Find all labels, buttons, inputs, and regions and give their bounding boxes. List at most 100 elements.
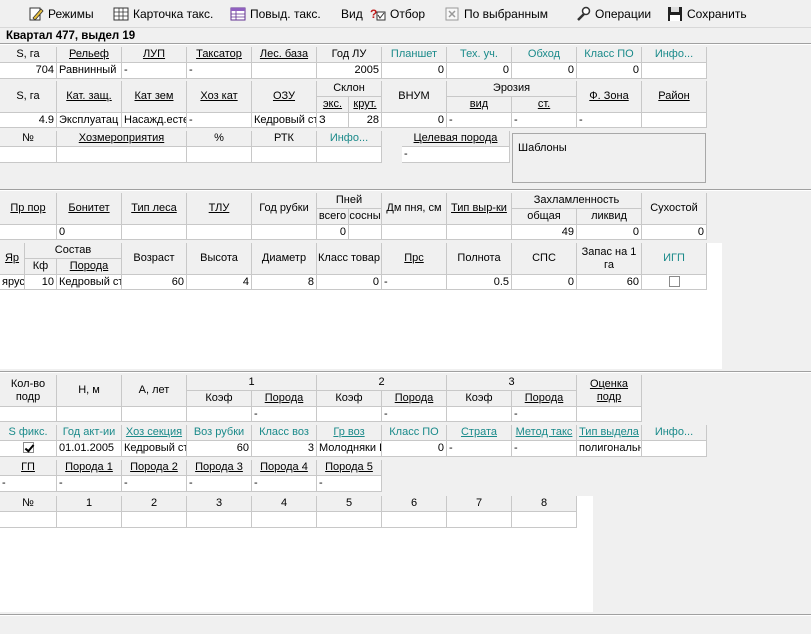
col-header[interactable]: Год акт-ии [57, 425, 122, 441]
cell[interactable]: Кедровый ст [57, 275, 122, 290]
cell[interactable]: 704 [0, 63, 57, 79]
col-header[interactable]: Порода 1 [57, 460, 122, 476]
col-header[interactable]: ТЛУ [187, 193, 252, 225]
cell[interactable]: - [382, 275, 447, 290]
cell[interactable]: З [317, 113, 349, 128]
cell[interactable]: Эксплуатац [57, 113, 122, 128]
cell[interactable]: 2005 [317, 63, 382, 79]
col-header[interactable]: ЛУП [122, 47, 187, 63]
cell[interactable]: 0 [382, 113, 447, 128]
col-header[interactable]: Тип выдела [577, 425, 642, 441]
filter-button[interactable]: ? Отбор [370, 5, 425, 23]
cell[interactable]: 60 [122, 275, 187, 290]
cell[interactable]: 60 [187, 441, 252, 457]
cell[interactable]: - [187, 476, 252, 492]
cell[interactable]: 0.5 [447, 275, 512, 290]
cell[interactable]: 0 [317, 225, 349, 240]
cell[interactable] [122, 407, 187, 422]
col-header[interactable]: Яр [0, 243, 25, 275]
cell[interactable] [57, 147, 187, 163]
cell[interactable] [382, 225, 447, 240]
igp-checkbox[interactable] [668, 276, 680, 287]
col-header[interactable]: Страта [447, 425, 512, 441]
cell[interactable]: Насажд.есте [122, 113, 187, 128]
cell[interactable] [317, 407, 382, 422]
cell[interactable]: 0 [317, 275, 382, 290]
operations-button[interactable]: Операции [575, 5, 651, 23]
cell[interactable]: 0 [577, 225, 642, 240]
cell[interactable] [317, 512, 382, 528]
cell[interactable] [57, 407, 122, 422]
cell[interactable]: Равнинный [57, 63, 122, 79]
col-header[interactable]: Обход [512, 47, 577, 63]
col-header[interactable]: Кат. защ. [57, 81, 122, 113]
modes-button[interactable]: Режимы [28, 5, 94, 23]
cell[interactable] [447, 512, 512, 528]
col-header[interactable]: Кат зем [122, 81, 187, 113]
col-header[interactable]: S фикс. [0, 425, 57, 441]
cell[interactable]: - [252, 476, 317, 492]
col-header[interactable]: Порода 4 [252, 460, 317, 476]
col-header[interactable]: Класс воз [252, 425, 317, 441]
cell[interactable] [187, 407, 252, 422]
cell[interactable]: - [512, 113, 577, 128]
cell[interactable]: 01.01.2005 [57, 441, 122, 457]
card2-button[interactable]: Повыд. такс. [230, 5, 321, 23]
col-header[interactable]: экс. [317, 97, 349, 113]
cell[interactable]: 0 [577, 63, 642, 79]
cell[interactable]: - [57, 476, 122, 492]
cell[interactable]: 4 [187, 275, 252, 290]
cell[interactable]: 49 [512, 225, 577, 240]
cell[interactable]: 0 [642, 225, 707, 240]
col-header[interactable]: Таксатор [187, 47, 252, 63]
col-header[interactable]: ИГП [642, 243, 707, 275]
col-header[interactable]: Порода 5 [317, 460, 382, 476]
cell[interactable]: 60 [577, 275, 642, 290]
view-button[interactable]: Вид [341, 5, 363, 23]
cell[interactable]: 28 [349, 113, 382, 128]
cell[interactable]: полигональн [577, 441, 642, 457]
selected-button[interactable]: По выбранным [444, 5, 548, 23]
cell[interactable] [0, 225, 57, 240]
save-button[interactable]: Сохранить [667, 5, 747, 23]
cell[interactable]: - [577, 113, 642, 128]
col-header[interactable]: крут. [349, 97, 382, 113]
info-link[interactable]: Инфо... [642, 425, 707, 441]
cell[interactable]: Кедровый ст [122, 441, 187, 457]
cell[interactable]: 0 [57, 225, 122, 240]
col-header[interactable]: Оценка подр [577, 375, 642, 407]
cell[interactable]: - [447, 441, 512, 457]
col-header[interactable]: Порода [252, 391, 317, 407]
cell[interactable] [447, 225, 512, 240]
cell[interactable]: - [187, 63, 252, 79]
col-header[interactable]: Целевая порода [402, 131, 510, 147]
col-header[interactable]: Класс ПО [577, 47, 642, 63]
cell[interactable] [642, 441, 707, 457]
col-header[interactable]: ОЗУ [252, 81, 317, 113]
cell[interactable]: - [187, 113, 252, 128]
cell[interactable]: - [122, 63, 187, 79]
cell[interactable]: Молодняки I [317, 441, 382, 457]
col-header[interactable]: Тип выр-ки [447, 193, 512, 225]
cell[interactable]: - [382, 407, 447, 422]
cell[interactable] [187, 512, 252, 528]
cell[interactable] [447, 407, 512, 422]
col-header[interactable]: Хоз кат [187, 81, 252, 113]
cell[interactable] [0, 407, 57, 422]
fixed-area-checkbox[interactable] [22, 442, 34, 453]
cell[interactable]: 8 [252, 275, 317, 290]
col-header[interactable]: Порода 3 [187, 460, 252, 476]
cell[interactable]: - [317, 476, 382, 492]
col-header[interactable]: Воз рубки [187, 425, 252, 441]
cell[interactable] [577, 407, 642, 422]
cell[interactable]: - [512, 407, 577, 422]
col-header[interactable]: Рельеф [57, 47, 122, 63]
info-link[interactable]: Инфо... [317, 131, 382, 147]
cell[interactable]: - [447, 113, 512, 128]
cell[interactable] [252, 147, 317, 163]
cell[interactable]: Кедровый ст [252, 113, 317, 128]
cell[interactable]: - [252, 407, 317, 422]
col-header[interactable]: Тип леса [122, 193, 187, 225]
cell[interactable]: 0 [512, 275, 577, 290]
cell[interactable]: 0 [447, 63, 512, 79]
